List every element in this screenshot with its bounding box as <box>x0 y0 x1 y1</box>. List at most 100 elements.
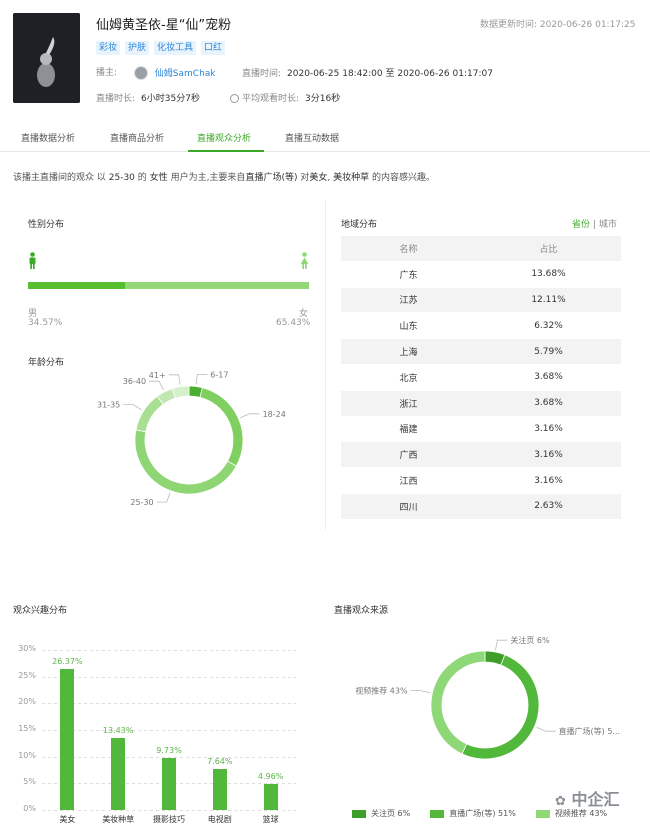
bar-value-label: 7.64% <box>207 757 233 767</box>
donut-slice-直播广场(等)[interactable] <box>461 654 540 760</box>
table-row: 四川 2.63% <box>341 493 621 520</box>
legend-item[interactable]: 直播广场(等) 51% <box>430 808 516 819</box>
audience-summary: 该播主直播间的观众 以 25-30 的 女性 用户为主,主要来自直播广场(等) … <box>13 173 436 183</box>
bar <box>212 769 227 810</box>
leader-line <box>240 413 260 419</box>
female-value: 65.43% <box>276 318 311 328</box>
toggle-city[interactable]: 城市 <box>599 220 617 230</box>
region-share: 2.63% <box>534 501 563 512</box>
interest-bar-chart: 30% 25% 20% 15% 10% 5% 0% 26.37% 美女 13.43% 美妆种草 9.7… <box>0 640 310 830</box>
slice-label: 6-17 <box>210 371 228 380</box>
interest-section-title: 观众兴趣分布 <box>13 606 68 616</box>
tag[interactable]: 口红 <box>201 41 226 55</box>
tab-live-products[interactable]: 直播商品分析 <box>110 131 164 144</box>
x-tick-label: 篮球 <box>262 815 279 824</box>
y-tick-label: 10% <box>18 750 36 760</box>
gridline <box>42 810 296 811</box>
region-name: 江苏 <box>399 296 418 307</box>
avatar[interactable] <box>133 65 148 80</box>
bar-value-label: 4.96% <box>257 771 284 781</box>
tab-live-interaction[interactable]: 直播互动数据 <box>285 131 339 144</box>
gridline <box>42 730 296 731</box>
donut-slice-18-24[interactable] <box>199 387 244 467</box>
gender-bar-male <box>28 282 126 289</box>
tab-live-audience[interactable]: 直播观众分析 <box>197 131 251 144</box>
bar <box>263 783 278 810</box>
legend-label: 直播广场(等) 51% <box>449 809 516 818</box>
slice-label: 18-24 <box>263 410 286 419</box>
clock-icon <box>230 94 239 103</box>
leader-line <box>410 690 431 694</box>
region-section-title: 地域分布 <box>341 220 378 230</box>
tag[interactable]: 护肤 <box>125 41 150 55</box>
legend-label: 关注页 6% <box>371 809 411 818</box>
bar <box>162 758 176 810</box>
leader-line <box>195 374 208 385</box>
x-tick-label: 摄影技巧 <box>153 815 185 824</box>
x-tick-label: 电视剧 <box>207 815 232 824</box>
region-share: 3.16% <box>534 475 563 486</box>
y-tick-label: 15% <box>18 724 36 733</box>
legend-swatch <box>430 809 445 818</box>
table-header: 名称 占比 <box>341 236 621 262</box>
region-share: 3.68% <box>534 398 563 409</box>
live-duration: 直播时长: 6小时35分7秒 <box>96 94 200 104</box>
watermark: ✿ 中企汇 <box>555 790 620 809</box>
tag[interactable]: 彩妆 <box>96 41 121 55</box>
table-row: 广西 3.16% <box>341 442 621 469</box>
bar-value-label: 9.73% <box>156 746 182 756</box>
source-donut-chart: 关注页 6% 直播广场(等) 5... 视频推荐 43% <box>355 635 620 760</box>
legend-swatch <box>352 809 366 818</box>
region-share: 3.16% <box>534 449 563 460</box>
slice-label: 36-40 <box>123 377 146 386</box>
slice-label: 关注页 6% <box>510 635 550 645</box>
slice-label: 41+ <box>149 371 166 380</box>
wechat-icon: ✿ <box>555 794 566 809</box>
leader-line <box>123 404 142 411</box>
y-tick-label: 5% <box>23 777 36 787</box>
analysis-tabs: 直播数据分析 直播商品分析 直播观众分析 直播互动数据 <box>0 120 650 152</box>
y-tick-label: 25% <box>18 670 36 680</box>
slice-label: 视频推荐 43% <box>355 686 408 696</box>
age-donut-chart: 6-17 18-24 25-30 31-35 36-4041+ <box>97 371 286 508</box>
donut-slice-41+[interactable] <box>171 385 190 399</box>
live-time: 直播时间: 2020-06-25 18:42:00 至 2020-06-26 01… <box>242 69 493 79</box>
avg-watch-time: 平均观看时长: 3分16秒 <box>230 91 340 104</box>
donut-slice-25-30[interactable] <box>134 429 237 495</box>
live-title: 仙姆黄圣依-星“仙”宠粉 <box>96 18 232 33</box>
bar-value-label: 13.43% <box>102 726 134 736</box>
tag[interactable]: 化妆工具 <box>154 41 197 55</box>
legend-item[interactable]: 关注页 6% <box>352 808 410 819</box>
region-share: 3.16% <box>534 423 563 434</box>
donut-slice-31-35[interactable] <box>135 395 164 433</box>
tab-live-data[interactable]: 直播数据分析 <box>21 131 75 144</box>
toggle-province[interactable]: 省份 <box>572 220 590 230</box>
leader-line <box>536 726 556 732</box>
bar <box>60 669 75 810</box>
region-name: 上海 <box>399 348 418 359</box>
region-name: 四川 <box>399 502 418 513</box>
x-tick-label: 美女 <box>59 815 76 824</box>
region-share: 6.32% <box>534 320 563 331</box>
y-tick-label: 30% <box>18 644 36 653</box>
active-tab-indicator <box>188 150 264 152</box>
region-name: 浙江 <box>399 399 418 410</box>
region-table: 名称 占比 广东 13.68% 江苏 12.11% 山东 6.32% 上海 5.79% 北京 3.… <box>341 236 621 520</box>
y-tick-label: 0% <box>23 804 36 813</box>
region-name: 广东 <box>399 270 418 281</box>
male-value: 34.57% <box>28 318 63 328</box>
female-icon <box>300 252 309 269</box>
donut-slice-视频推荐[interactable] <box>430 650 486 755</box>
table-row: 福建 3.16% <box>341 417 621 443</box>
category-tags: 彩妆 护肤 化妆工具 口红 <box>96 41 226 55</box>
bar-value-label: 26.37% <box>52 657 83 667</box>
live-cover-image[interactable] <box>13 13 80 103</box>
anchor-name-link[interactable]: 仙姆SamChak <box>155 69 216 79</box>
region-share: 3.68% <box>534 372 563 383</box>
data-updated-time: 数据更新时间: 2020-06-26 01:17:25 <box>480 20 636 30</box>
leader-line <box>149 380 164 391</box>
region-name: 福建 <box>399 425 418 436</box>
table-row: 浙江 3.68% <box>341 390 621 417</box>
gridline <box>42 650 296 651</box>
leader-line <box>156 492 171 503</box>
